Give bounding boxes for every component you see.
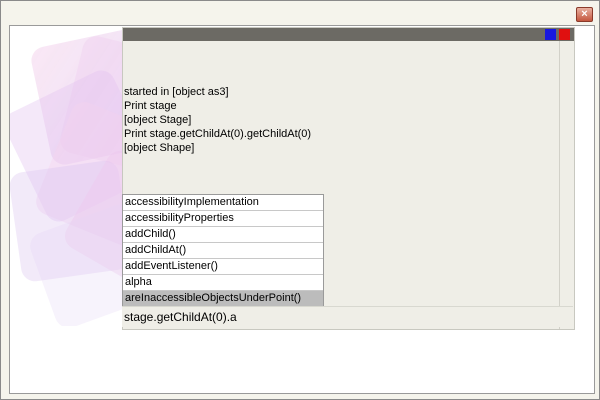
autocomplete-item-selected[interactable]: areInaccessibleObjectsUnderPoint() (123, 291, 323, 306)
output-line: Print stage (124, 100, 177, 112)
output-line: [object Shape] (124, 142, 195, 154)
console-titlebar[interactable] (123, 28, 574, 41)
app-window: × started in [object as3] Print stage [o… (0, 0, 600, 400)
autocomplete-item[interactable]: addChildAt() (123, 243, 323, 259)
close-icon: × (581, 8, 588, 20)
output-line: Print stage.getChildAt(0).getChildAt(0) (124, 128, 312, 140)
command-input[interactable]: stage.getChildAt(0).a (122, 306, 573, 327)
console-output: started in [object as3] Print stage [obj… (124, 85, 311, 155)
close-button[interactable]: × (576, 7, 593, 22)
autocomplete-item[interactable]: addEventListener() (123, 259, 323, 275)
autocomplete-list: accessibilityImplementation accessibilit… (122, 194, 324, 307)
minimize-button[interactable] (545, 29, 556, 40)
autocomplete-item[interactable]: addChild() (123, 227, 323, 243)
output-line: [object Stage] (124, 114, 192, 126)
autocomplete-item[interactable]: accessibilityImplementation (123, 195, 323, 211)
console-scrollbar[interactable] (559, 41, 574, 329)
autocomplete-item[interactable]: accessibilityProperties (123, 211, 323, 227)
close-console-button[interactable] (559, 29, 570, 40)
autocomplete-item[interactable]: alpha (123, 275, 323, 291)
output-line: started in [object as3] (124, 86, 229, 98)
